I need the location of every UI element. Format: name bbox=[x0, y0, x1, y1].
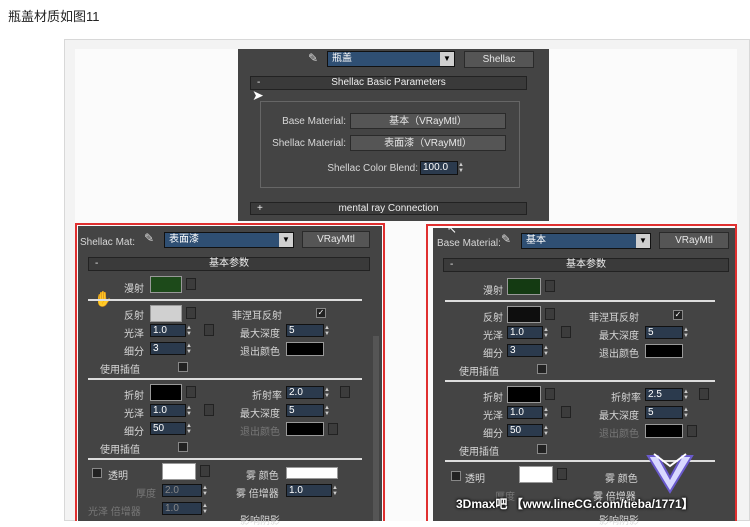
shellac-color-blend-label: Shellac Color Blend: bbox=[327, 163, 418, 174]
page-caption: 瓶盖材质如图11 bbox=[8, 9, 100, 24]
shellac-color-blend-spinner[interactable]: 100.0 ▲ ▼ bbox=[420, 161, 464, 175]
watermark-logo-icon bbox=[644, 452, 696, 498]
shellac-material-button[interactable]: 表面漆（VRayMtl） bbox=[350, 135, 506, 151]
material-type-button[interactable]: Shellac bbox=[464, 51, 534, 68]
watermark-text: 3Dmax吧 【www.lineCG.com/tieba/1771】 bbox=[456, 497, 694, 511]
shellac-material-label: Shellac Material: bbox=[272, 138, 346, 149]
chevron-down-icon[interactable]: ▼ bbox=[440, 52, 454, 66]
material-name-dropdown[interactable]: 瓶盖 ▼ bbox=[327, 51, 455, 67]
eyedropper-icon[interactable]: ✎ bbox=[308, 51, 318, 65]
base-material-label: Base Material: bbox=[282, 116, 346, 127]
expand-icon[interactable]: + bbox=[257, 203, 263, 215]
base-material-button[interactable]: 基本（VRayMtl） bbox=[350, 113, 506, 129]
shellac-panel: ✎ 瓶盖 ▼ Shellac - Shellac Basic Parameter… bbox=[238, 49, 549, 221]
shellac-basic-rollout-header[interactable]: - Shellac Basic Parameters bbox=[250, 76, 527, 90]
left-highlight-box bbox=[75, 223, 385, 521]
mental-ray-rollout-header[interactable]: + mental ray Connection bbox=[250, 202, 527, 215]
spinner-arrows-icon[interactable]: ▲ ▼ bbox=[458, 162, 466, 174]
